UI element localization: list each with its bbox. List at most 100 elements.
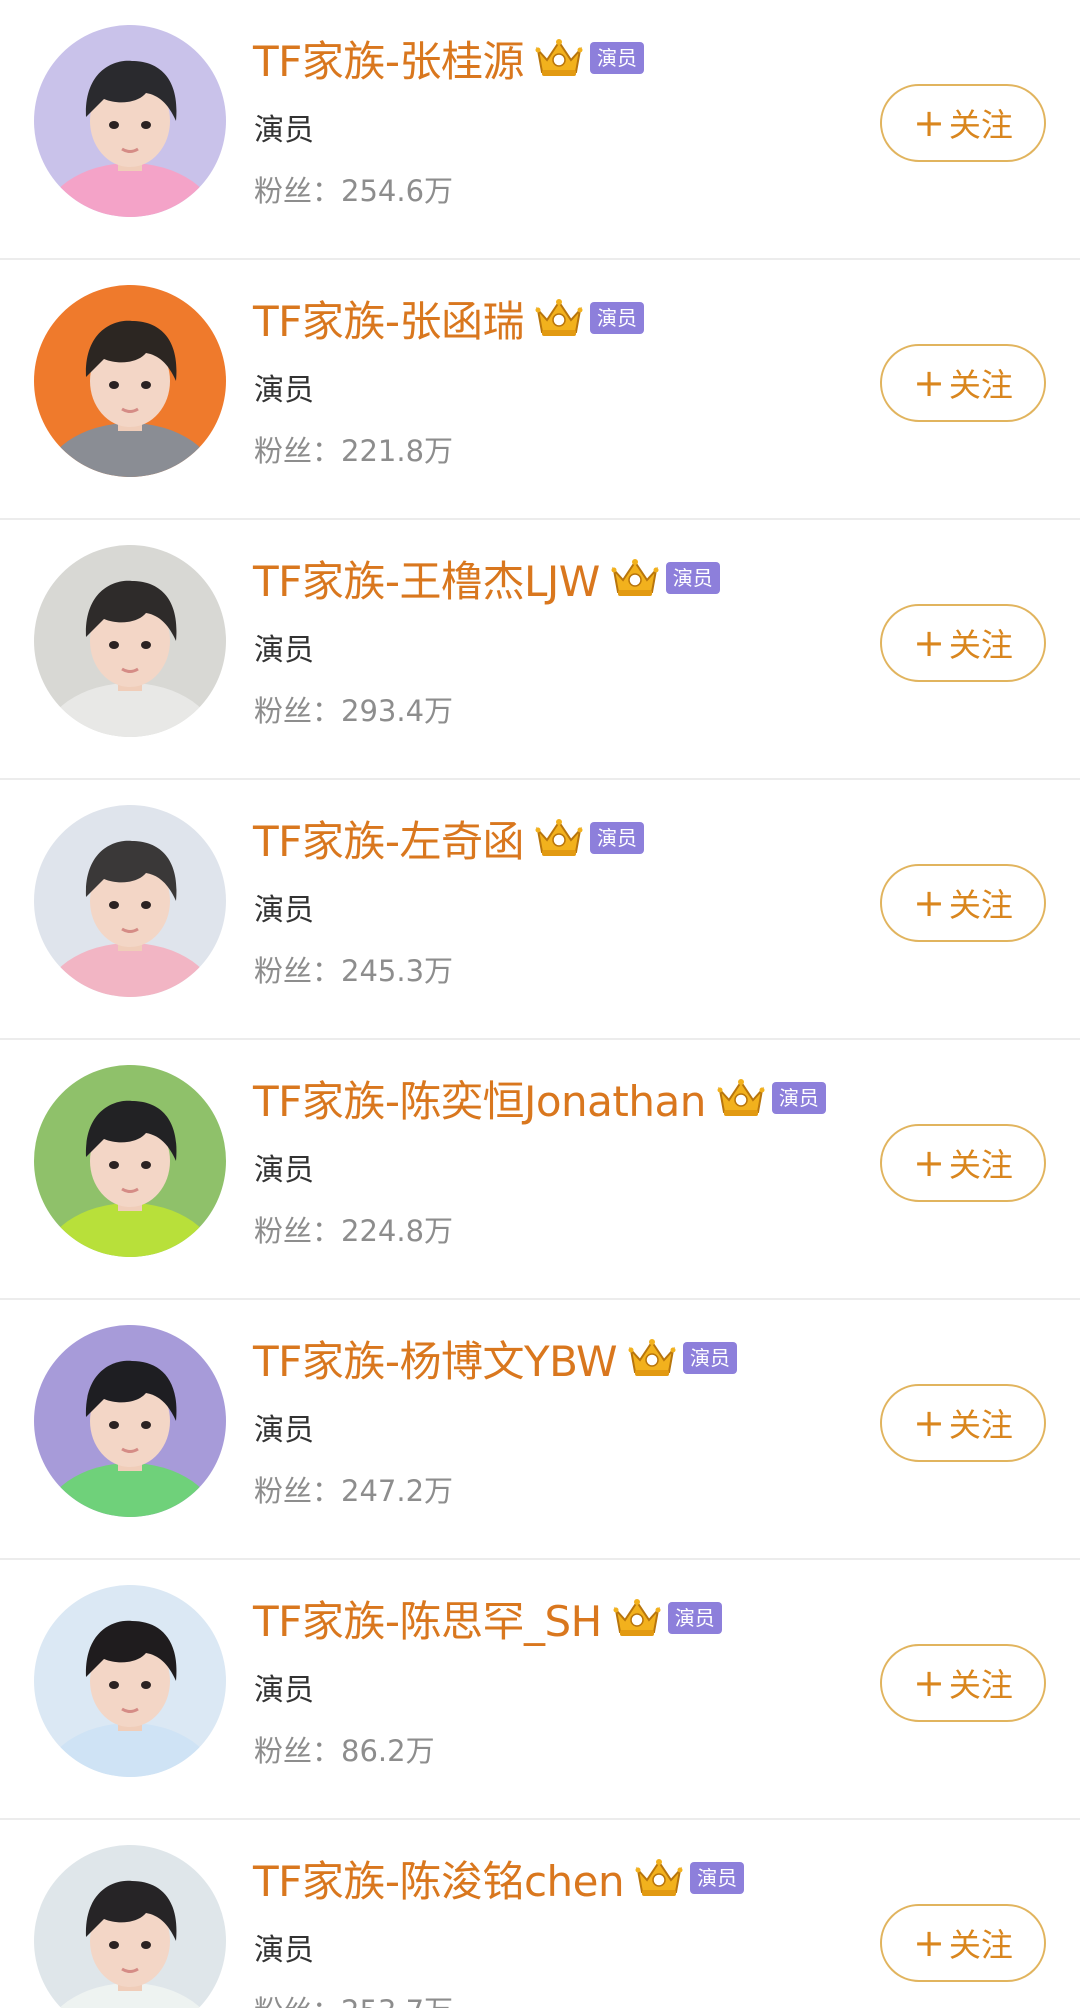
user-role: 演员 — [254, 1933, 314, 1968]
user-row[interactable]: TF家族-陈思罕_SH 演员 演员 粉丝：86.2万 + 关注 — [0, 1560, 1080, 1820]
name-line: TF家族-杨博文YBW 演员 — [253, 1330, 737, 1386]
role-tag-badge: 演员 — [589, 302, 644, 334]
avatar[interactable] — [34, 545, 226, 737]
fans-value: 86.2万 — [341, 1734, 435, 1768]
avatar[interactable] — [34, 1065, 226, 1257]
user-name[interactable]: TF家族-杨博文YBW — [253, 1328, 617, 1389]
role-tag-badge: 演员 — [665, 562, 720, 594]
follow-button[interactable]: + 关注 — [880, 604, 1046, 682]
user-row[interactable]: TF家族-张函瑞 演员 演员 粉丝：221.8万 + 关注 — [0, 260, 1080, 520]
plus-icon: + — [913, 101, 945, 145]
fans-label: 粉丝： — [254, 434, 342, 468]
plus-icon: + — [913, 1661, 945, 1705]
fans-count: 粉丝：253.7万 — [254, 1988, 453, 2008]
avatar[interactable] — [34, 1845, 226, 2008]
user-row[interactable]: TF家族-杨博文YBW 演员 演员 粉丝：247.2万 + 关注 — [0, 1300, 1080, 1560]
avatar[interactable] — [34, 1325, 226, 1517]
avatar[interactable] — [34, 805, 226, 997]
fans-count: 粉丝：247.2万 — [254, 1468, 453, 1510]
follow-label: 关注 — [948, 1406, 1013, 1444]
fans-label: 粉丝： — [254, 694, 342, 728]
name-line: TF家族-王橹杰LJW 演员 — [253, 550, 720, 606]
user-name[interactable]: TF家族-张桂源 — [253, 28, 524, 89]
follow-label: 关注 — [948, 1926, 1013, 1964]
fans-count: 粉丝：254.6万 — [254, 168, 453, 210]
crown-badge-icon — [634, 1856, 684, 1900]
fans-label: 粉丝： — [254, 1214, 342, 1248]
plus-icon: + — [913, 621, 945, 665]
follow-button[interactable]: + 关注 — [880, 84, 1046, 162]
user-name[interactable]: TF家族-陈思罕_SH — [253, 1588, 602, 1649]
user-row[interactable]: TF家族-陈奕恒Jonathan 演员 演员 粉丝：224.8万 + 关注 — [0, 1040, 1080, 1300]
plus-icon: + — [913, 1401, 945, 1445]
follow-label: 关注 — [948, 1666, 1013, 1704]
role-tag-badge: 演员 — [690, 1862, 745, 1894]
fans-value: 253.7万 — [341, 1994, 453, 2008]
fans-count: 粉丝：224.8万 — [254, 1208, 453, 1250]
follow-label: 关注 — [948, 106, 1013, 144]
follow-button[interactable]: + 关注 — [880, 1124, 1046, 1202]
user-role: 演员 — [254, 373, 314, 408]
follow-button[interactable]: + 关注 — [880, 344, 1046, 422]
name-line: TF家族-陈思罕_SH 演员 — [253, 1590, 722, 1646]
name-line: TF家族-陈浚铭chen 演员 — [253, 1848, 745, 1909]
role-tag-badge: 演员 — [771, 1082, 826, 1114]
crown-badge-icon — [610, 556, 660, 600]
user-name[interactable]: TF家族-陈浚铭chen — [253, 1848, 625, 1909]
user-role: 演员 — [254, 1153, 314, 1188]
fans-value: 224.8万 — [341, 1214, 454, 1248]
follow-label: 关注 — [948, 366, 1013, 404]
follow-button[interactable]: + 关注 — [880, 864, 1046, 942]
follow-label: 关注 — [948, 886, 1013, 924]
crown-badge-icon — [534, 296, 584, 340]
follow-suggestion-list: TF家族-张桂源 演员 演员 粉丝：254.6万 + 关注 TF家族-张函瑞 演… — [0, 0, 1080, 2008]
name-line: TF家族-张桂源 演员 — [253, 30, 644, 86]
user-row[interactable]: TF家族-张桂源 演员 演员 粉丝：254.6万 + 关注 — [0, 0, 1080, 260]
fans-value: 247.2万 — [341, 1474, 454, 1508]
role-tag-badge: 演员 — [682, 1342, 737, 1374]
user-row[interactable]: TF家族-陈浚铭chen 演员 演员 粉丝：253.7万 + 关注 — [0, 1820, 1080, 2008]
crown-badge-icon — [534, 816, 584, 860]
fans-label: 粉丝： — [254, 174, 342, 208]
follow-button[interactable]: + 关注 — [880, 1384, 1046, 1462]
user-row[interactable]: TF家族-王橹杰LJW 演员 演员 粉丝：293.4万 + 关注 — [0, 520, 1080, 780]
fans-label: 粉丝： — [254, 954, 342, 988]
plus-icon: + — [913, 1921, 945, 1965]
fans-count: 粉丝：293.4万 — [254, 688, 453, 730]
fans-label: 粉丝： — [254, 1994, 341, 2008]
follow-button[interactable]: + 关注 — [880, 1644, 1046, 1722]
fans-value: 293.4万 — [341, 694, 454, 728]
crown-badge-icon — [716, 1076, 766, 1120]
crown-badge-icon — [612, 1596, 662, 1640]
user-role: 演员 — [254, 113, 314, 148]
user-name[interactable]: TF家族-陈奕恒Jonathan — [253, 1068, 706, 1129]
user-role: 演员 — [254, 1673, 314, 1708]
follow-label: 关注 — [948, 1146, 1013, 1184]
follow-button[interactable]: + 关注 — [880, 1904, 1046, 1982]
user-name[interactable]: TF家族-王橹杰LJW — [253, 548, 600, 609]
plus-icon: + — [913, 361, 945, 405]
user-role: 演员 — [254, 633, 314, 668]
follow-label: 关注 — [948, 626, 1013, 664]
plus-icon: + — [913, 1141, 945, 1185]
fans-count: 粉丝：86.2万 — [254, 1728, 435, 1770]
plus-icon: + — [913, 881, 945, 925]
fans-value: 221.8万 — [341, 434, 454, 468]
fans-label: 粉丝： — [254, 1734, 342, 1768]
name-line: TF家族-张函瑞 演员 — [253, 290, 644, 346]
user-name[interactable]: TF家族-张函瑞 — [253, 288, 524, 349]
fans-label: 粉丝： — [254, 1474, 342, 1508]
avatar[interactable] — [34, 1585, 226, 1777]
name-line: TF家族-陈奕恒Jonathan 演员 — [253, 1070, 826, 1126]
avatar[interactable] — [34, 285, 226, 477]
fans-count: 粉丝：245.3万 — [254, 948, 453, 990]
user-row[interactable]: TF家族-左奇函 演员 演员 粉丝：245.3万 + 关注 — [0, 780, 1080, 1040]
fans-value: 254.6万 — [341, 174, 454, 208]
role-tag-badge: 演员 — [667, 1602, 722, 1634]
role-tag-badge: 演员 — [589, 822, 644, 854]
crown-badge-icon — [534, 36, 584, 80]
role-tag-badge: 演员 — [589, 42, 644, 74]
fans-count: 粉丝：221.8万 — [254, 428, 453, 470]
user-name[interactable]: TF家族-左奇函 — [253, 808, 524, 869]
avatar[interactable] — [34, 25, 226, 217]
